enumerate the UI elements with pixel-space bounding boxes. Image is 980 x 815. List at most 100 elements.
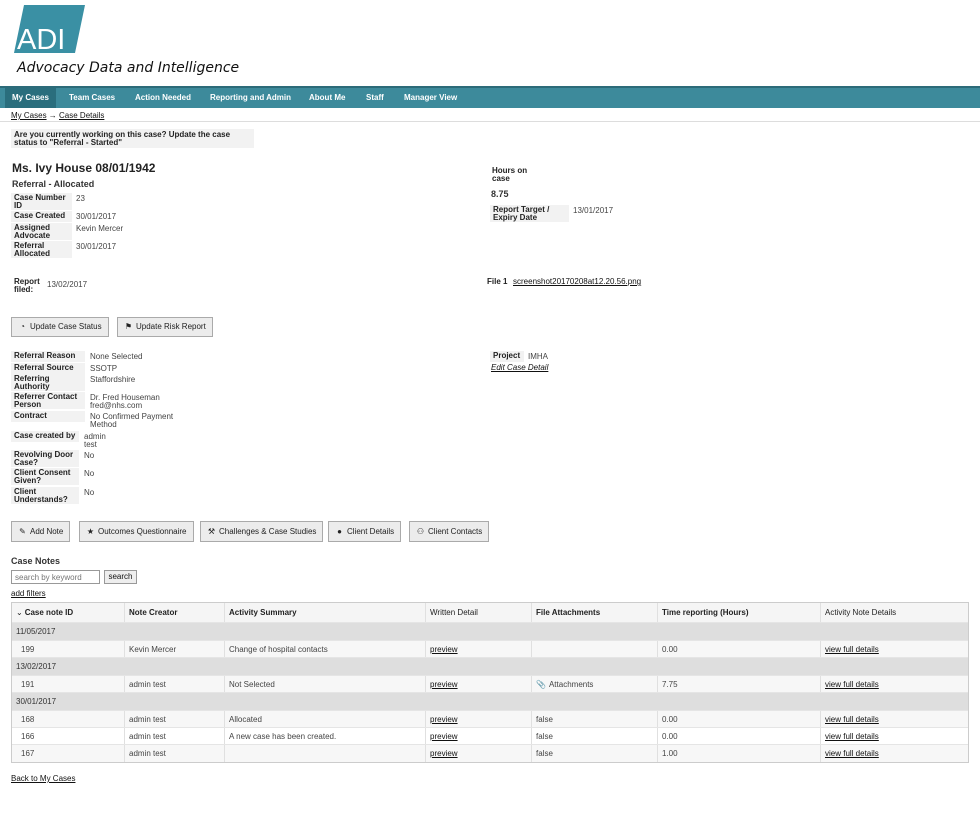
table-row: 168 admin test Allocated preview false 0… [12, 711, 968, 728]
cell-summary: Change of hospital contacts [224, 641, 425, 657]
client-understands-label: Client Understands? [11, 487, 79, 504]
report-target-value: 13/01/2017 [573, 206, 614, 215]
hours-value: 8.75 [491, 189, 509, 199]
preview-link[interactable]: preview [430, 645, 458, 654]
client-contacts-button[interactable]: ⚇ Client Contacts [409, 521, 490, 542]
col-case-note-id[interactable]: ⌄ Case note ID [12, 603, 124, 622]
referral-reason-label: Referral Reason [11, 351, 85, 362]
users-icon: ⚇ [416, 527, 425, 536]
gauge-icon: ◔ [20, 322, 25, 331]
project-label: Project [490, 351, 524, 362]
cell-id: 168 [21, 715, 35, 724]
assigned-advocate-value: Kevin Mercer [76, 224, 124, 233]
view-full-details-link[interactable]: view full details [825, 732, 879, 741]
cell-summary: A new case has been created. [224, 728, 425, 744]
cell-hours: 0.00 [657, 711, 820, 727]
search-button[interactable]: search [104, 570, 137, 584]
nav-team-cases[interactable]: Team Cases [62, 88, 122, 108]
referrer-contact-label: Referrer Contact Person [11, 392, 85, 409]
view-full-details-link[interactable]: view full details [825, 715, 879, 724]
case-created-value: 30/01/2017 [76, 212, 117, 221]
paperclip-icon: 📎 [536, 680, 546, 689]
contract-label: Contract [11, 411, 85, 422]
flag-icon: ⚑ [124, 322, 133, 331]
table-row: 191 admin test Not Selected preview 📎 Att… [12, 676, 968, 693]
client-understands-value: No [84, 488, 95, 497]
preview-link[interactable]: preview [430, 715, 458, 724]
referral-allocated-label: Referral Allocated [11, 241, 72, 258]
referrer-contact-email: fred@nhs.com [90, 401, 143, 410]
nav-manager-view[interactable]: Manager View [397, 88, 464, 108]
group-row: 11/05/2017 [12, 623, 968, 641]
tagline: Advocacy Data and Intelligence [17, 60, 240, 76]
nav-staff[interactable]: Staff [359, 88, 391, 108]
cell-id: 191 [21, 680, 35, 689]
back-to-my-cases-link[interactable]: Back to My Cases [11, 774, 75, 783]
project-value: IMHA [528, 352, 548, 361]
breadcrumb-divider [0, 121, 980, 122]
cell-attachments: false [531, 728, 657, 744]
update-risk-report-button[interactable]: ⚑ Update Risk Report [117, 317, 213, 337]
breadcrumb: My Cases → Case Details [11, 111, 104, 120]
challenges-case-studies-button[interactable]: ⚒ Challenges & Case Studies [200, 521, 324, 542]
group-row: 13/02/2017 [12, 658, 968, 676]
add-note-button[interactable]: ✎ Add Note [11, 521, 71, 542]
cell-creator: admin test [124, 745, 224, 762]
preview-link[interactable]: preview [430, 732, 458, 741]
cell-id: 166 [21, 732, 35, 741]
attached-file-link[interactable]: screenshot20170208at12.20.56.png [513, 278, 641, 286]
col-time-reporting[interactable]: Time reporting (Hours) [657, 603, 820, 622]
view-full-details-link[interactable]: view full details [825, 680, 879, 689]
revolving-door-value: No [84, 451, 95, 460]
file-label: File 1 [484, 277, 511, 287]
cell-attachments: false [531, 745, 657, 762]
cell-creator: admin test [124, 728, 224, 744]
svg-text:ADI: ADI [17, 24, 65, 53]
col-written-detail: Written Detail [425, 603, 531, 622]
case-created-label: Case Created [11, 211, 72, 222]
view-full-details-link[interactable]: view full details [825, 749, 879, 758]
cell-creator: admin test [124, 711, 224, 727]
adi-logo[interactable]: ADI [14, 5, 85, 56]
update-case-status-button[interactable]: ◔ Update Case Status [11, 317, 109, 337]
table-row: 166 admin test A new case has been creat… [12, 728, 968, 745]
case-status: Referral - Allocated [12, 179, 95, 189]
preview-link[interactable]: preview [430, 680, 458, 689]
case-number-label: Case Number ID [11, 193, 72, 210]
cell-hours: 0.00 [657, 728, 820, 744]
col-file-attachments[interactable]: File Attachments [531, 603, 657, 622]
table-row: 167 admin test preview false 1.00 view f… [12, 745, 968, 762]
search-input[interactable] [11, 570, 100, 584]
client-details-button[interactable]: ● Client Details [328, 521, 402, 542]
nav-my-cases[interactable]: My Cases [5, 88, 56, 108]
report-target-label: Report Target / Expiry Date [490, 205, 569, 222]
group-date: 11/05/2017 [16, 627, 56, 636]
user-icon: ● [337, 527, 342, 536]
case-notes-table: ⌄ Case note ID Note Creator Activity Summ… [11, 602, 969, 763]
sort-icon: ⌄ [16, 608, 23, 617]
outcomes-questionnaire-button[interactable]: ★ Outcomes Questionnaire [79, 521, 194, 542]
view-full-details-link[interactable]: view full details [825, 645, 879, 654]
nav-action-needed[interactable]: Action Needed [128, 88, 198, 108]
cell-attachments: false [531, 711, 657, 727]
add-filters-link[interactable]: add filters [11, 589, 46, 598]
gavel-icon: ⚒ [207, 527, 216, 536]
breadcrumb-my-cases[interactable]: My Cases [11, 111, 47, 120]
breadcrumb-case-details[interactable]: Case Details [59, 111, 104, 120]
col-activity-summary[interactable]: Activity Summary [224, 603, 425, 622]
main-nav: My Cases Team Cases Action Needed Report… [0, 86, 980, 108]
cell-attachments[interactable]: 📎 Attachments [531, 676, 657, 692]
preview-link[interactable]: preview [430, 749, 458, 758]
col-note-creator[interactable]: Note Creator [124, 603, 224, 622]
group-date: 30/01/2017 [16, 697, 57, 706]
nav-reporting-admin[interactable]: Reporting and Admin [203, 88, 298, 108]
report-filed-label: Report filed: [11, 277, 43, 294]
edit-case-detail-link[interactable]: Edit Case Detail [491, 364, 548, 372]
referring-authority-label: Referring Authority [11, 374, 85, 391]
cell-id: 167 [21, 749, 35, 758]
nav-about-me[interactable]: About Me [302, 88, 352, 108]
assigned-advocate-label: Assigned Advocate [11, 223, 72, 240]
pencil-icon: ✎ [19, 527, 26, 536]
client-consent-value: No [84, 469, 95, 478]
report-filed-value: 13/02/2017 [47, 280, 88, 289]
